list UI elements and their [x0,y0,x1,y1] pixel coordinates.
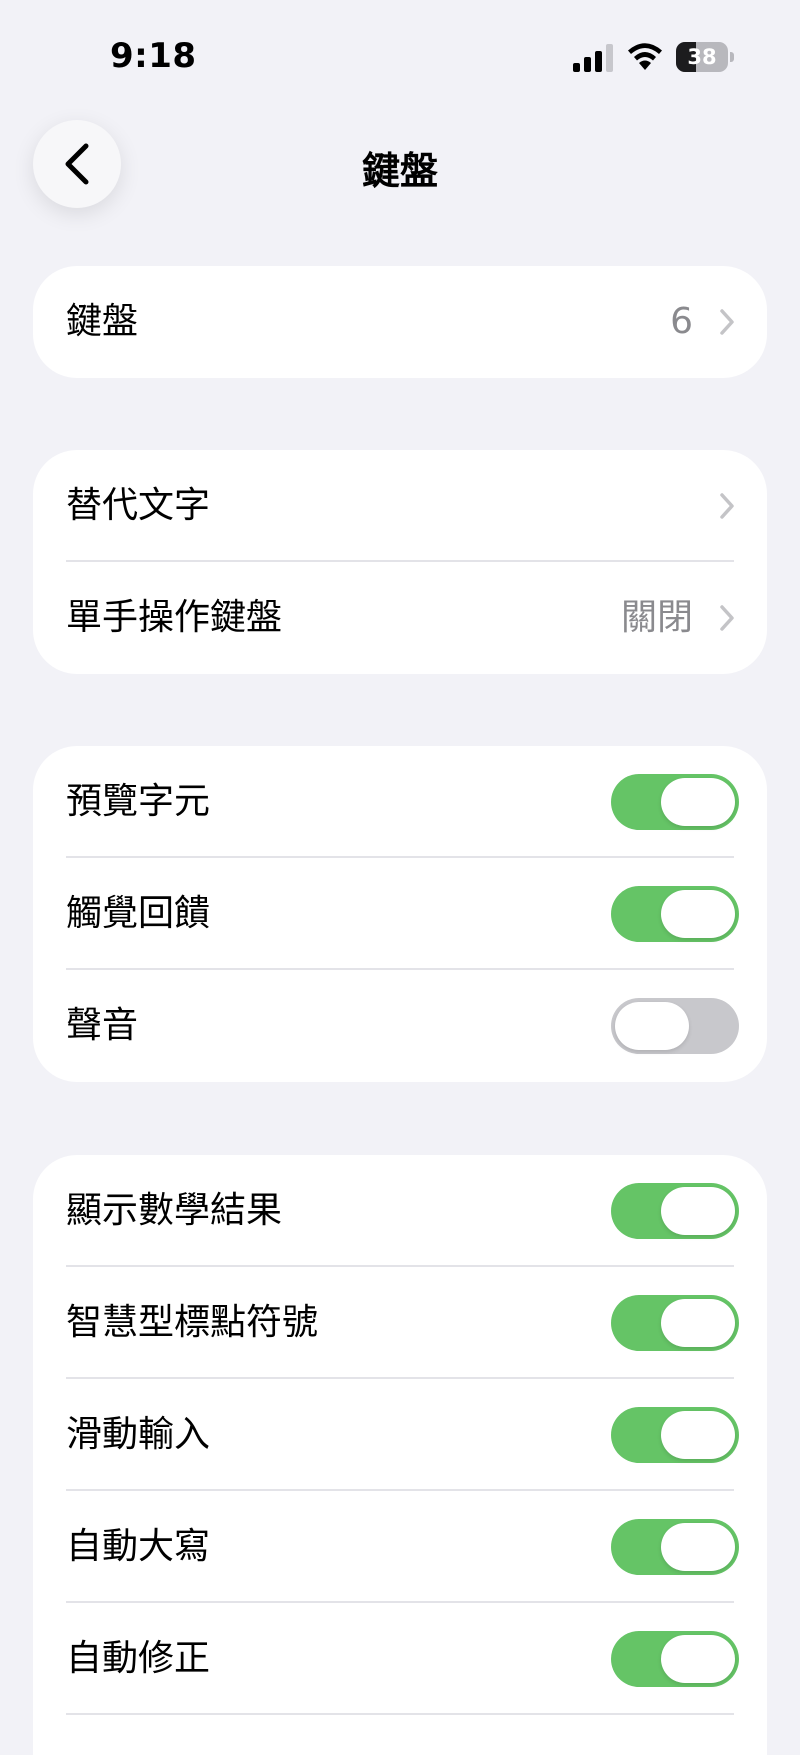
sound-label: 聲音 [66,1005,139,1046]
text-options-group: 替代文字 單手操作鍵盤 關閉 [33,450,767,674]
auto-capitalization-toggle[interactable] [611,1519,739,1575]
auto-capitalization-row: 自動大寫 [33,1491,767,1603]
haptic-feedback-label: 觸覺回饋 [66,893,211,934]
battery-percent: 38 [687,45,717,69]
slide-to-type-label: 滑動輸入 [66,1414,211,1455]
show-math-results-label: 顯示數學結果 [66,1190,283,1231]
chevron-right-icon [720,309,734,335]
keyboards-count: 6 [670,301,693,342]
show-math-results-row: 顯示數學結果 [33,1155,767,1267]
keyboards-label: 鍵盤 [66,301,139,342]
character-preview-row: 預覽字元 [33,746,767,858]
chevron-right-icon [720,493,734,519]
feedback-group: 預覽字元 觸覺回饋 聲音 [33,746,767,1082]
auto-correction-label: 自動修正 [66,1638,211,1679]
page-title: 鍵盤 [361,149,438,193]
one-handed-keyboard-label: 單手操作鍵盤 [66,597,283,638]
navigation-bar: 鍵盤 [0,110,800,220]
smart-punctuation-toggle[interactable] [611,1295,739,1351]
character-preview-label: 預覽字元 [66,781,211,822]
show-math-results-toggle[interactable] [611,1183,739,1239]
auto-capitalization-label: 自動大寫 [66,1526,211,1567]
status-time: 9:18 [110,36,197,76]
battery-icon: 38 [676,42,734,72]
wifi-icon [628,43,662,70]
slide-to-type-row: 滑動輸入 [33,1379,767,1491]
slide-to-type-toggle[interactable] [611,1407,739,1463]
one-handed-keyboard-value: 關閉 [620,597,693,638]
auto-correction-row: 自動修正 [33,1603,767,1715]
keyboards-group: 鍵盤 6 [33,266,767,378]
haptic-feedback-toggle[interactable] [611,886,739,942]
haptic-feedback-row: 觸覺回饋 [33,858,767,970]
chevron-right-icon [720,605,734,631]
one-handed-keyboard-row[interactable]: 單手操作鍵盤 關閉 [33,562,767,674]
text-replacement-label: 替代文字 [66,485,211,526]
typing-options-group: 顯示數學結果 智慧型標點符號 滑動輸入 自動大寫 自動修正 [33,1155,767,1755]
keyboards-row[interactable]: 鍵盤 6 [33,266,767,378]
smart-punctuation-row: 智慧型標點符號 [33,1267,767,1379]
status-bar: 9:18 38 [0,0,800,110]
row-divider [66,1713,734,1715]
sound-toggle[interactable] [611,998,739,1054]
smart-punctuation-label: 智慧型標點符號 [66,1302,319,1343]
cellular-signal-icon [573,44,613,72]
sound-row: 聲音 [33,970,767,1082]
auto-correction-toggle[interactable] [611,1631,739,1687]
text-replacement-row[interactable]: 替代文字 [33,450,767,562]
character-preview-toggle[interactable] [611,774,739,830]
